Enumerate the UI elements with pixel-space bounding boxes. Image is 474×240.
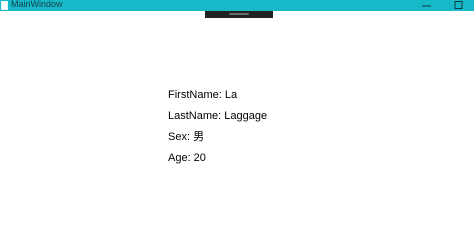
maximize-icon [454, 1, 462, 9]
main-window: MainWindow FirstName: La LastName: Lagga… [0, 0, 474, 225]
design-adorner-strip[interactable] [205, 11, 273, 18]
person-panel: FirstName: La LastName: Laggage Sex: 男 A… [168, 88, 267, 172]
window-app-icon [1, 1, 8, 10]
grip-handle-icon [229, 13, 249, 15]
first-name-text: FirstName: La [168, 89, 238, 101]
minimize-icon [421, 5, 431, 7]
sex-text: Sex: 男 [168, 131, 205, 143]
maximize-button[interactable] [442, 0, 474, 11]
age-text: Age: 20 [168, 152, 206, 164]
window-controls [410, 0, 474, 11]
title-bar[interactable]: MainWindow [0, 0, 474, 11]
last-name-text: LastName: Laggage [168, 110, 268, 122]
minimize-button[interactable] [410, 0, 442, 11]
window-title: MainWindow [11, 0, 63, 9]
